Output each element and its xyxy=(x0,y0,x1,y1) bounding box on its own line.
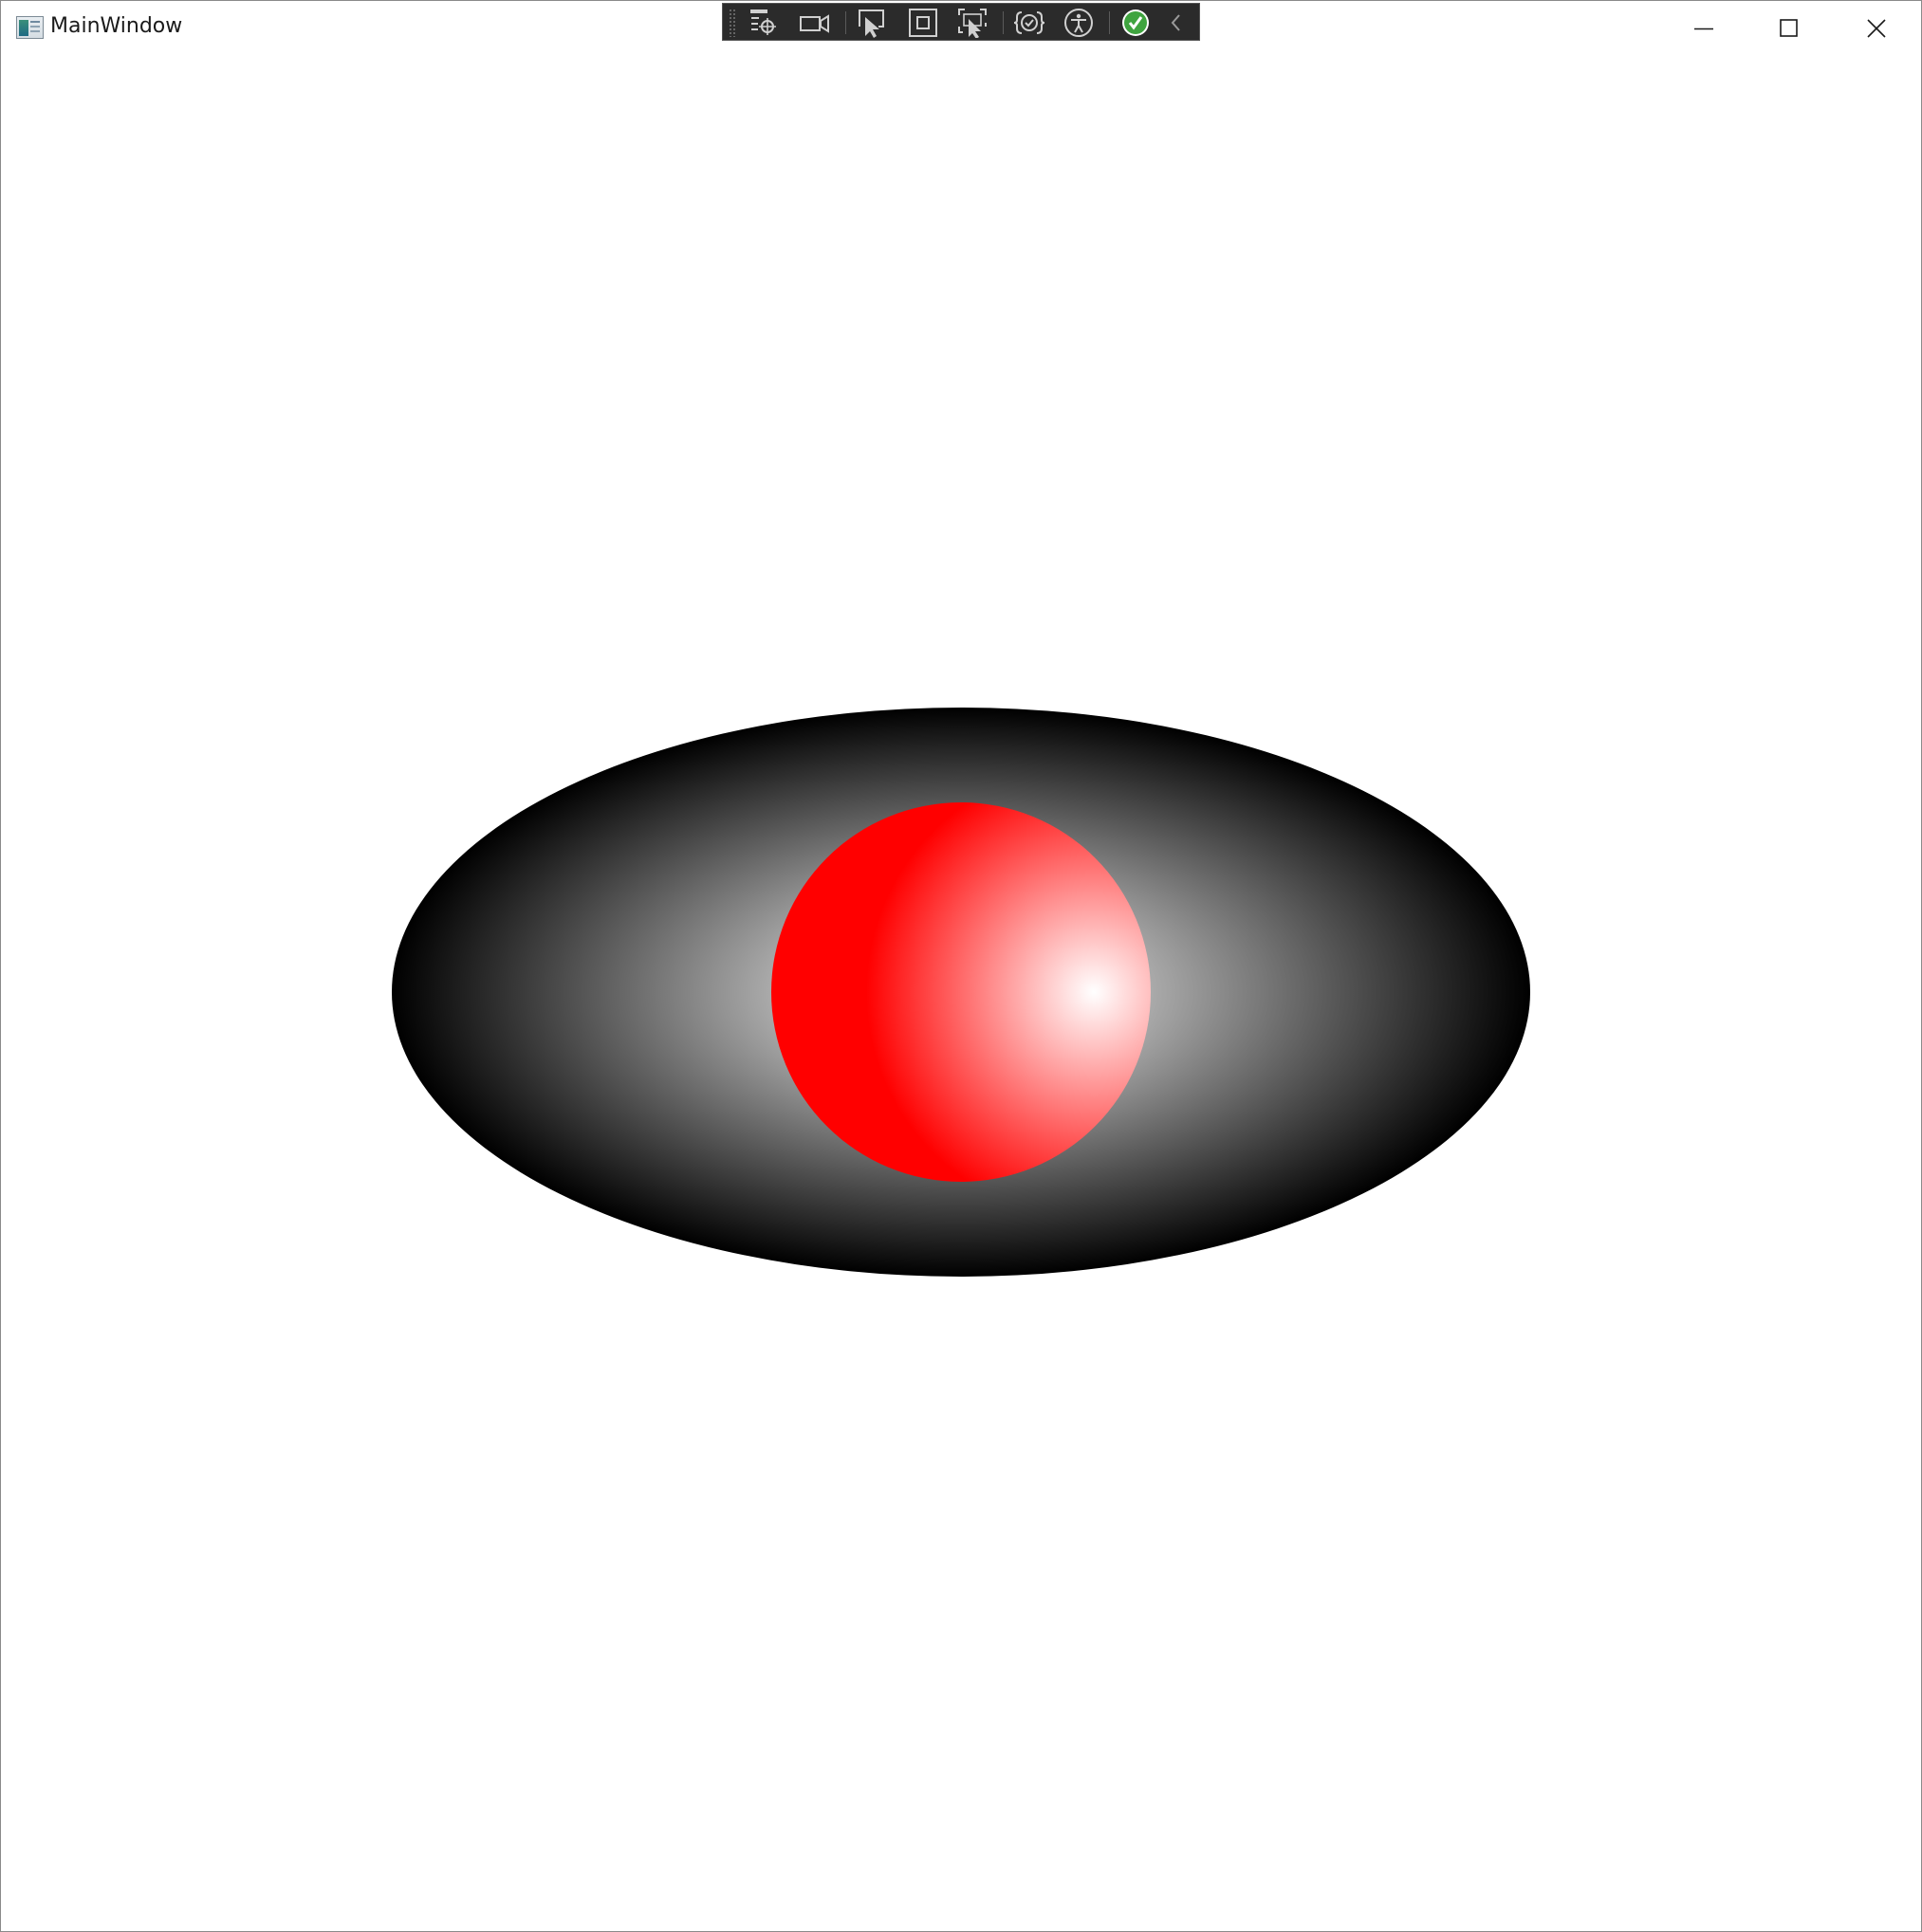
drawing-canvas xyxy=(392,708,1530,1277)
close-icon xyxy=(1867,19,1886,38)
select-element-cursor-icon xyxy=(859,9,884,38)
window-title: MainWindow xyxy=(50,14,183,38)
red-sphere xyxy=(771,802,1151,1182)
close-button[interactable] xyxy=(1834,1,1919,56)
live-tree-target-button[interactable] xyxy=(748,8,780,38)
track-focus-button[interactable] xyxy=(956,8,989,39)
toolbar-separator xyxy=(1109,11,1110,34)
toolbar-grip[interactable] xyxy=(729,9,736,37)
layout-adorner-icon xyxy=(909,9,937,37)
select-element-button[interactable] xyxy=(856,8,888,38)
layout-adorners-button[interactable] xyxy=(907,8,939,38)
live-tree-target-icon xyxy=(750,9,776,35)
maximize-button[interactable] xyxy=(1746,1,1832,56)
toolbar-separator xyxy=(1003,11,1004,34)
record-button[interactable] xyxy=(799,8,831,38)
minimize-button[interactable] xyxy=(1661,1,1746,56)
toolbar-separator xyxy=(845,11,846,34)
hot-reload-status-button[interactable] xyxy=(1119,8,1152,38)
chevron-left-icon xyxy=(1171,14,1180,31)
app-window-icon xyxy=(16,16,44,39)
track-focus-icon xyxy=(958,9,987,39)
main-window: MainWindow xyxy=(0,0,1922,1932)
binding-failures-button[interactable] xyxy=(1013,8,1045,38)
maximize-icon xyxy=(1780,19,1798,37)
accessibility-checker-button[interactable] xyxy=(1063,8,1095,38)
binding-check-icon xyxy=(1013,11,1045,34)
collapse-toolbar-button[interactable] xyxy=(1163,8,1190,38)
video-camera-icon xyxy=(800,14,829,33)
accessibility-person-icon xyxy=(1064,9,1093,37)
xaml-debug-toolbar xyxy=(722,3,1200,41)
minimize-icon xyxy=(1694,28,1713,30)
hot-reload-ok-icon xyxy=(1122,9,1149,36)
